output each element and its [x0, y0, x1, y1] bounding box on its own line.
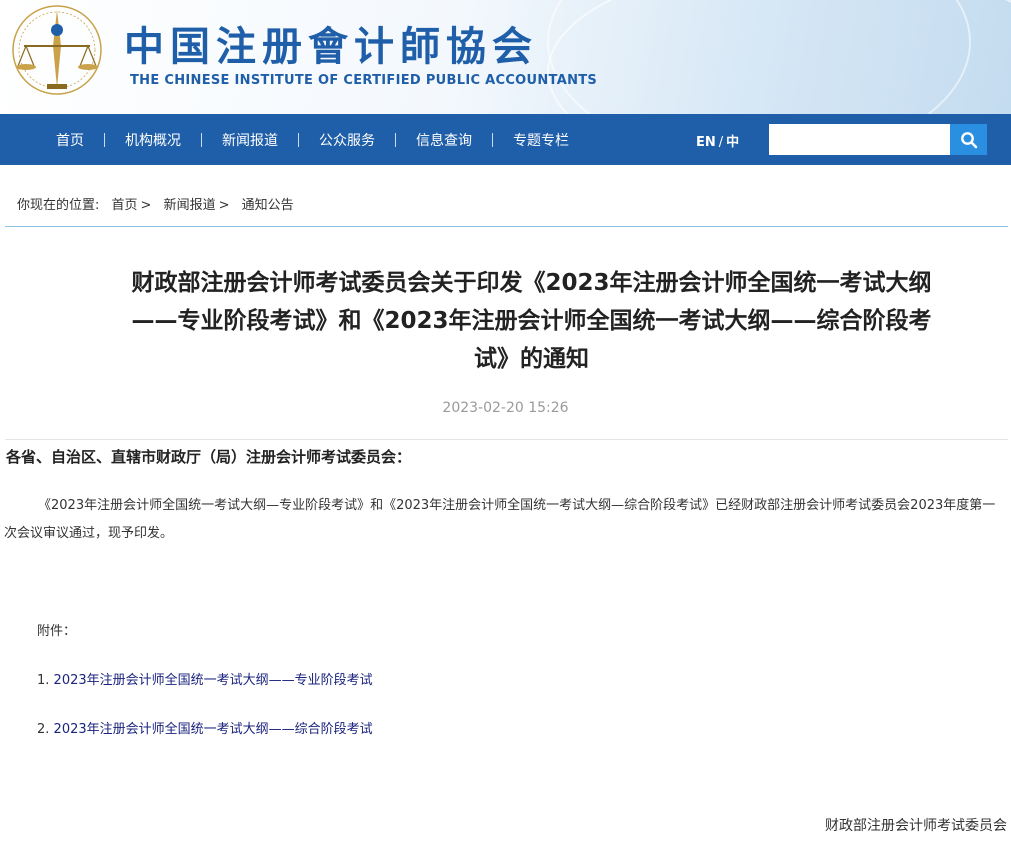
nav-item-public-services[interactable]: 公众服务 — [304, 130, 390, 150]
nav-divider — [201, 132, 202, 147]
nav-divider — [492, 132, 493, 147]
site-header-banner: 中国注册會计師協会 THE CHINESE INSTITUTE OF CERTI… — [0, 0, 1011, 114]
article-divider — [5, 439, 1008, 440]
article-title: 财政部注册会计师考试委员会关于印发《2023年注册会计师全国统一考试大纲——专业… — [131, 270, 932, 372]
search-icon — [960, 131, 977, 148]
nav-menu: 首页 机构概况 新闻报道 公众服务 信息查询 专题专栏 — [41, 114, 584, 165]
nav-item-home[interactable]: 首页 — [41, 130, 99, 150]
nav-item-info-query[interactable]: 信息查询 — [401, 130, 487, 150]
attachments-label: 附件： — [37, 624, 77, 639]
breadcrumb-prefix: 你现在的位置: — [17, 198, 100, 213]
lang-separator: / — [718, 135, 724, 150]
nav-item-special-topics[interactable]: 专题专栏 — [498, 130, 584, 150]
lang-cn-link[interactable]: 中 — [726, 135, 739, 150]
attachment-number: 2. — [37, 722, 50, 737]
language-switcher: EN / 中 — [696, 131, 739, 150]
nav-item-about[interactable]: 机构概况 — [110, 130, 196, 150]
nav-item-news[interactable]: 新闻报道 — [207, 130, 293, 150]
attachment-number: 1. — [37, 673, 50, 688]
header-decoration — [547, 0, 971, 114]
nav-divider — [104, 132, 105, 147]
attachment-item: 2. 2023年注册会计师全国统一考试大纲——综合阶段考试 — [37, 718, 373, 737]
breadcrumb-divider — [5, 226, 1008, 227]
article-signoff: 财政部注册会计师考试委员会 — [825, 818, 1007, 834]
attachment-link-professional-stage[interactable]: 2023年注册会计师全国统一考试大纲——专业阶段考试 — [54, 673, 373, 688]
attachment-link-comprehensive-stage[interactable]: 2023年注册会计师全国统一考试大纲——综合阶段考试 — [54, 722, 373, 737]
attachment-item: 1. 2023年注册会计师全国统一考试大纲——专业阶段考试 — [37, 669, 373, 688]
breadcrumb-home[interactable]: 首页 — [112, 198, 138, 213]
nav-divider — [298, 132, 299, 147]
breadcrumb-notices[interactable]: 通知公告 — [242, 198, 294, 213]
search-input[interactable] — [769, 124, 950, 155]
article-date: 2023-02-20 15:26 — [442, 400, 569, 416]
cicpa-logo-emblem[interactable] — [2, 0, 112, 106]
search-button[interactable] — [950, 124, 987, 155]
lang-en-link[interactable]: EN — [696, 135, 716, 150]
site-name-chinese[interactable]: 中国注册會计師協会 — [124, 14, 538, 72]
article-body-paragraph: 《2023年注册会计师全国统一考试大纲—专业阶段考试》和《2023年注册会计师全… — [4, 498, 996, 541]
nav-divider — [395, 132, 396, 147]
breadcrumb-news[interactable]: 新闻报道 — [164, 198, 216, 213]
breadcrumb-separator: > — [218, 198, 230, 213]
breadcrumb-separator: > — [140, 198, 152, 213]
breadcrumb: 你现在的位置: 首页 > 新闻报道 > 通知公告 — [17, 194, 294, 213]
article-salutation: 各省、自治区、直辖市财政厅（局）注册会计师考试委员会： — [6, 448, 412, 466]
site-name-english[interactable]: THE CHINESE INSTITUTE OF CERTIFIED PUBLI… — [130, 73, 597, 88]
